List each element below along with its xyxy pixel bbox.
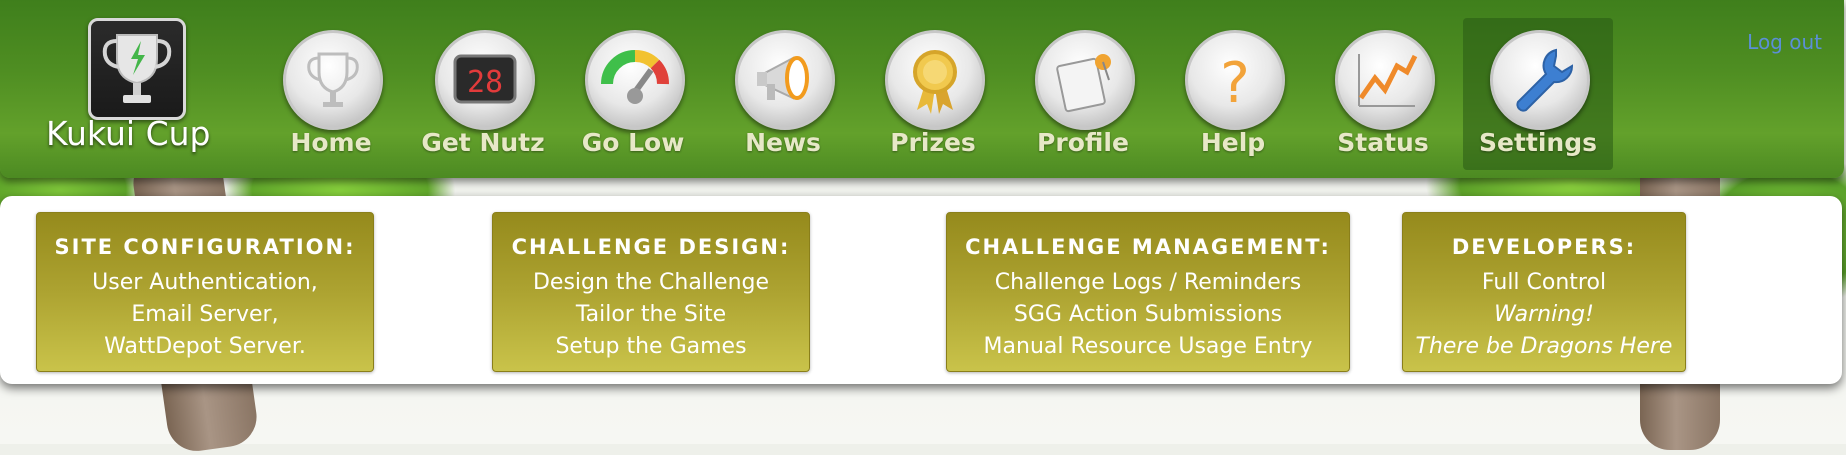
nav-label-news: News <box>745 128 821 157</box>
kukui-cup-logo[interactable]: Kukui Cup <box>40 16 230 166</box>
nav-item-get-nutz[interactable]: 28 Get Nutz <box>408 18 558 170</box>
nav-item-go-low[interactable]: Go Low <box>558 18 708 170</box>
nav-label-prizes: Prizes <box>890 128 976 157</box>
nav-item-prizes[interactable]: Prizes <box>858 18 1008 170</box>
nav-item-help[interactable]: ? Help <box>1158 18 1308 170</box>
nav-label-go-low: Go Low <box>581 128 685 157</box>
question-icon: ? <box>1185 30 1285 130</box>
wrench-icon <box>1490 30 1590 130</box>
nav-item-news[interactable]: News <box>708 18 858 170</box>
id-card-icon <box>1035 30 1135 130</box>
card-title: DEVELOPERS: <box>1451 235 1637 259</box>
card-title: SITE CONFIGURATION: <box>54 235 356 259</box>
card-line: WattDepot Server. <box>104 334 306 359</box>
ribbon-icon <box>885 30 985 130</box>
trend-chart-icon <box>1335 30 1435 130</box>
card-line: Setup the Games <box>555 334 747 359</box>
card-warning-line: There be Dragons Here <box>1415 334 1673 359</box>
card-title: CHALLENGE DESIGN: <box>511 235 791 259</box>
nav-label-home: Home <box>290 128 372 157</box>
card-developers[interactable]: DEVELOPERS: Full Control Warning! There … <box>1402 212 1686 372</box>
gauge-icon <box>585 30 685 130</box>
card-challenge-management[interactable]: CHALLENGE MANAGEMENT: Challenge Logs / R… <box>946 212 1350 372</box>
nav-label-status: Status <box>1337 128 1429 157</box>
trophy-icon <box>283 30 383 130</box>
nav-label-settings: Settings <box>1478 128 1597 157</box>
scoreboard-number: 28 <box>467 65 503 100</box>
brand-name: Kukui Cup <box>46 114 211 153</box>
card-line: Email Server, <box>131 302 279 327</box>
settings-panel: SITE CONFIGURATION: User Authentication,… <box>0 196 1842 384</box>
card-site-configuration[interactable]: SITE CONFIGURATION: User Authentication,… <box>36 212 374 372</box>
card-line: Challenge Logs / Reminders <box>994 270 1302 295</box>
card-line: Design the Challenge <box>532 270 770 295</box>
card-line: Manual Resource Usage Entry <box>983 334 1313 359</box>
card-title: CHALLENGE MANAGEMENT: <box>965 235 1331 259</box>
nav-label-get-nutz: Get Nutz <box>421 128 545 157</box>
nav-item-settings[interactable]: Settings <box>1463 18 1613 170</box>
logout-link[interactable]: Log out <box>1747 30 1822 54</box>
card-warning-line: Warning! <box>1494 302 1594 327</box>
megaphone-icon <box>735 30 835 130</box>
scoreboard-icon: 28 <box>435 30 535 130</box>
nav-item-status[interactable]: Status <box>1308 18 1458 170</box>
top-navigation-bar: Kukui Cup Home 28 Get Nutz Go Low News P… <box>0 0 1844 178</box>
nav-item-home[interactable]: Home <box>256 18 406 170</box>
svg-text:?: ? <box>1220 51 1250 116</box>
nav-label-help: Help <box>1200 128 1266 157</box>
card-line: SGG Action Submissions <box>1013 302 1283 327</box>
card-line: User Authentication, <box>92 270 318 295</box>
nav-label-profile: Profile <box>1037 128 1129 157</box>
card-challenge-design[interactable]: CHALLENGE DESIGN: Design the Challenge T… <box>492 212 810 372</box>
trophy-logo-icon <box>88 18 186 120</box>
nav-item-profile[interactable]: Profile <box>1008 18 1158 170</box>
card-line: Full Control <box>1481 270 1607 295</box>
card-line: Tailor the Site <box>575 302 727 327</box>
